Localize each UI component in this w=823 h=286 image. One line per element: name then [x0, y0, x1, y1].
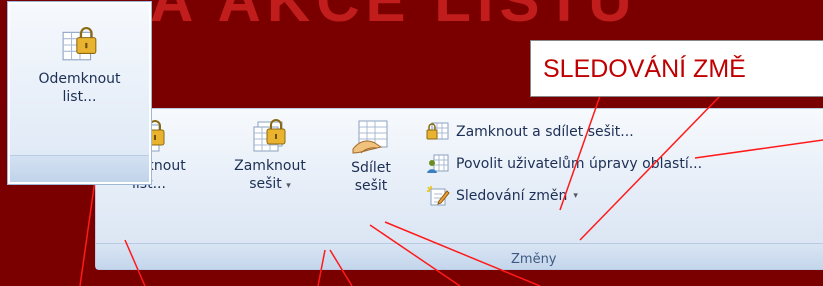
- popup-footer: [10, 155, 149, 182]
- sheet-unlock-icon: [62, 27, 96, 61]
- callout-box: SLEDOVÁNÍ ZMĚ: [530, 40, 823, 97]
- unprotect-label-2: list...: [62, 89, 97, 105]
- unprotect-label-1: Odemknout: [38, 71, 121, 87]
- callout-text: SLEDOVÁNÍ ZMĚ: [543, 55, 746, 83]
- unprotect-sheet-popup[interactable]: Odemknout list...: [8, 2, 151, 184]
